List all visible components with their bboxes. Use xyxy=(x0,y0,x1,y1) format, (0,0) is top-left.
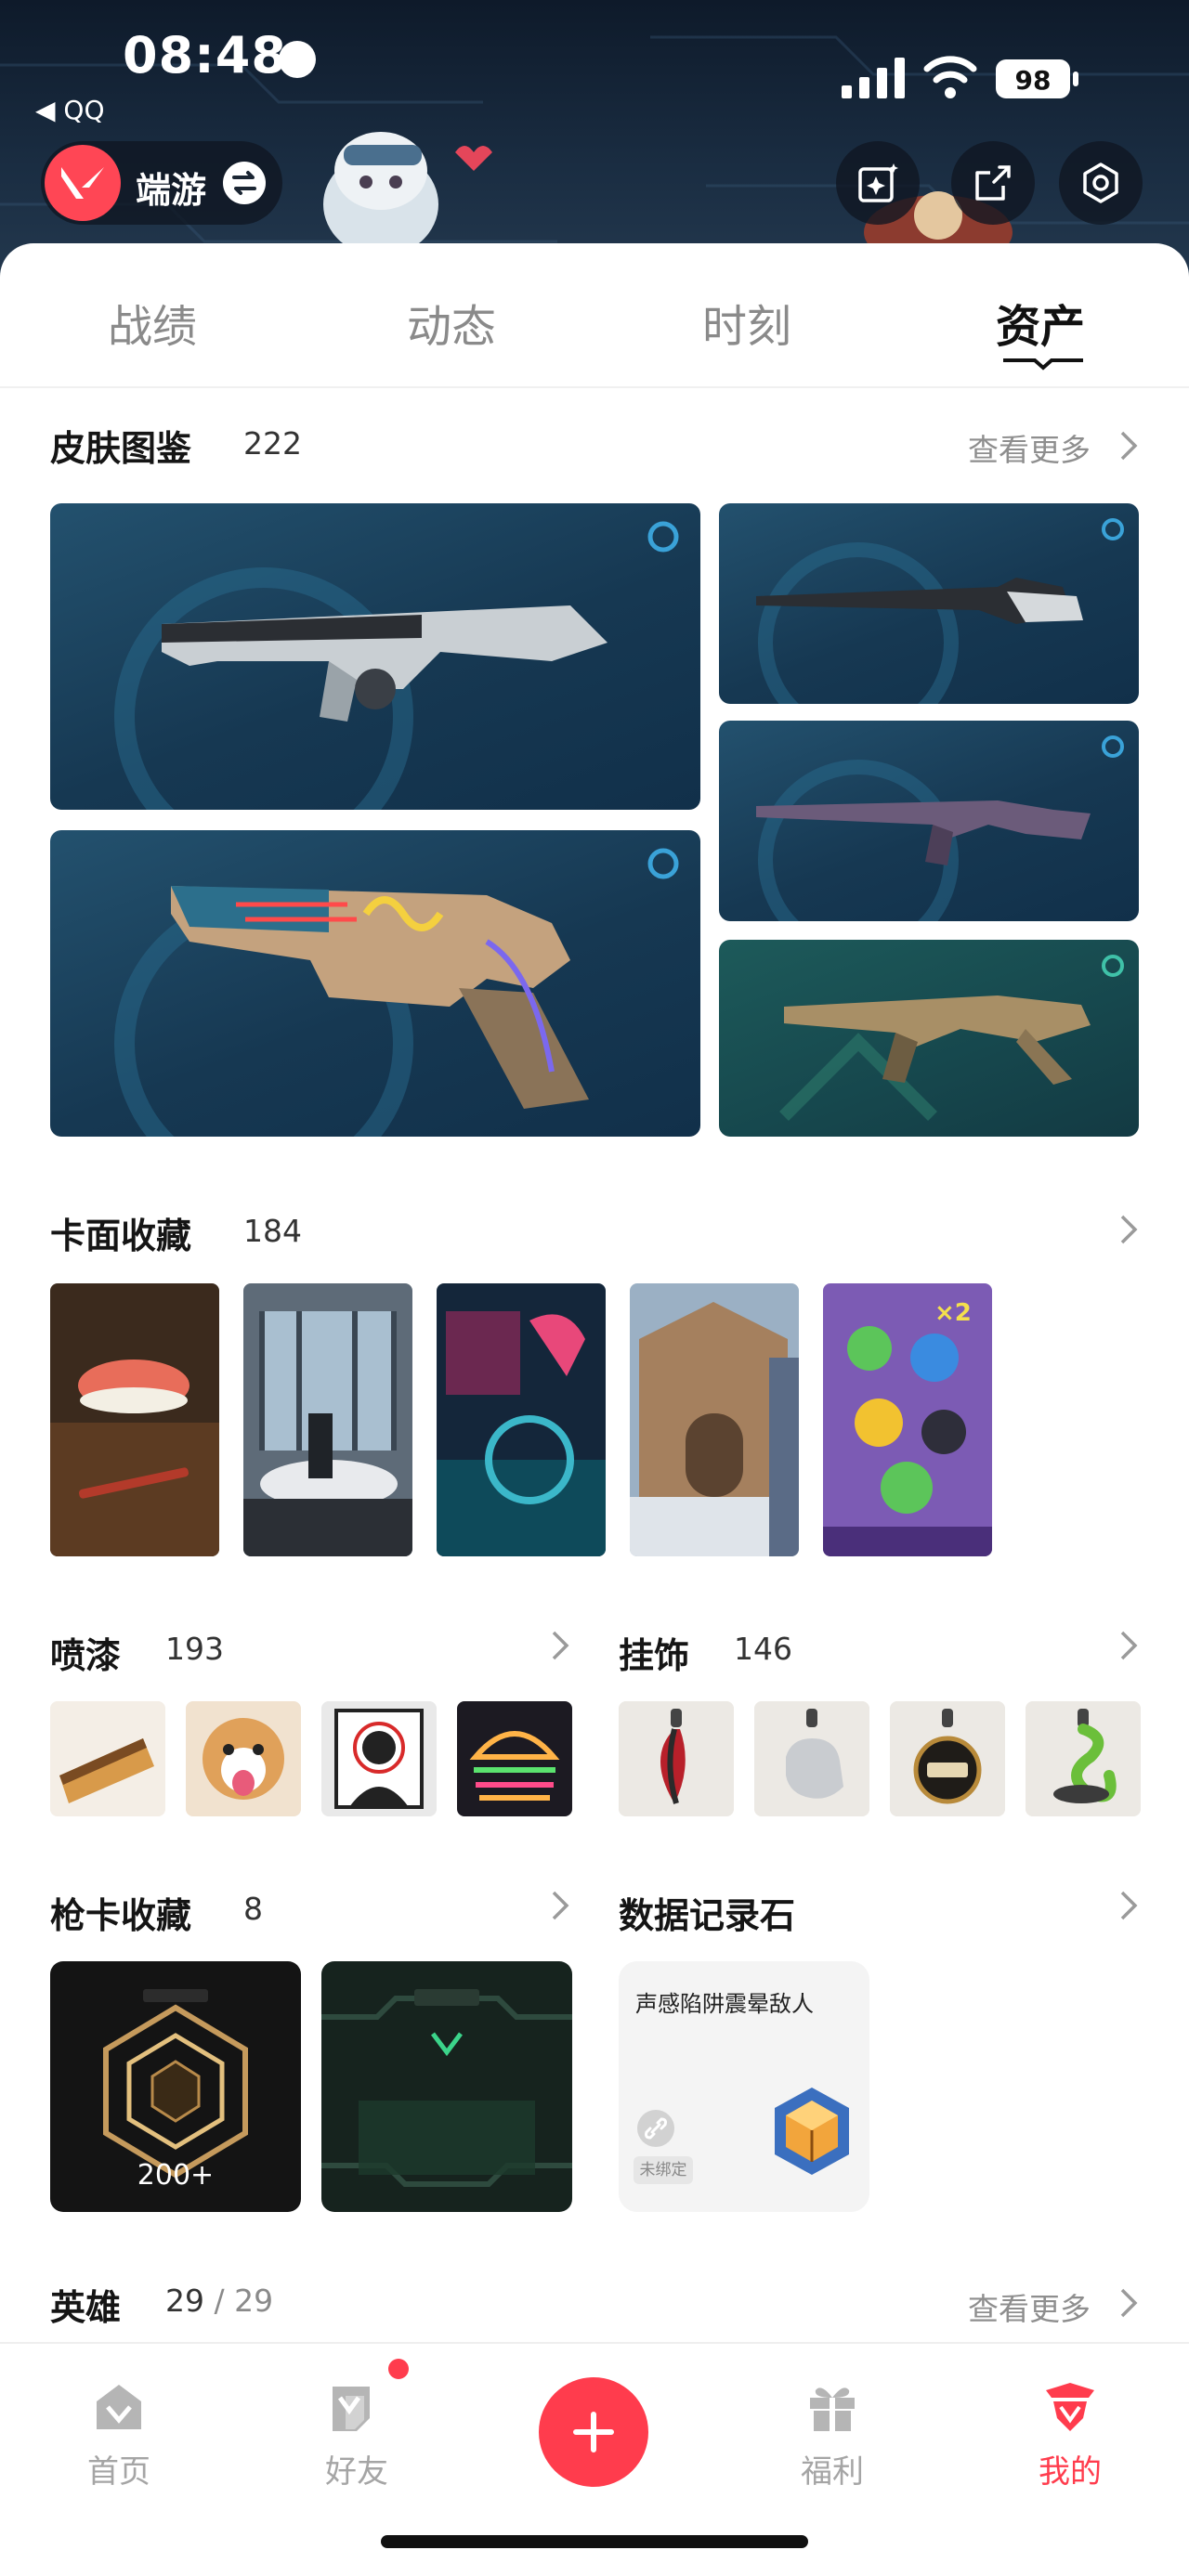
game-switcher[interactable]: 端游 xyxy=(41,141,282,225)
gift-icon xyxy=(810,2387,855,2431)
friends-icon xyxy=(333,2387,370,2431)
chevron-right-icon[interactable] xyxy=(1118,1629,1139,1662)
heroes-separator: / xyxy=(214,2283,225,2319)
gun-card-gold[interactable]: 200+ xyxy=(50,1961,301,2212)
unbound-tag: 未绑定 xyxy=(634,2156,693,2184)
swap-icon xyxy=(223,162,266,204)
share-button[interactable] xyxy=(951,141,1035,225)
gear-icon xyxy=(1083,163,1118,203)
nav-friends[interactable]: 好友 xyxy=(292,2377,422,2491)
nav-profile[interactable]: 我的 xyxy=(1005,2377,1135,2491)
spray-neon-burger[interactable] xyxy=(457,1701,572,1816)
skins-more-link[interactable]: 查看更多 xyxy=(968,425,1091,470)
profile-icon xyxy=(1046,2383,1094,2431)
skin-tile-spectre[interactable] xyxy=(719,940,1139,1137)
wifi-icon xyxy=(923,56,977,98)
tab-moments[interactable]: 时刻 xyxy=(654,290,840,355)
nav-rewards-label: 福利 xyxy=(801,2453,864,2491)
battery-level: 98 xyxy=(1015,65,1052,96)
spray-dog[interactable] xyxy=(186,1701,301,1816)
home-icon xyxy=(97,2385,141,2429)
skin-tile-sheriff[interactable] xyxy=(50,830,700,1137)
sprays-title: 喷漆 xyxy=(50,1635,122,1676)
friends-notification-badge xyxy=(388,2359,409,2379)
profile-header: 08:48 ◀ QQ 98 端游 xyxy=(0,0,1189,279)
svg-text:×2: ×2 xyxy=(934,1299,972,1327)
cards-count: 184 xyxy=(243,1213,302,1249)
player-card-puzzle[interactable]: ×2 xyxy=(823,1283,992,1556)
skins-title: 皮肤图鉴 xyxy=(50,428,192,469)
nav-rewards[interactable]: 福利 xyxy=(767,2377,897,2491)
home-indicator xyxy=(381,2535,808,2548)
chevron-right-icon xyxy=(1120,431,1138,461)
skin-tile-odin[interactable] xyxy=(50,503,700,810)
chevron-right-icon[interactable] xyxy=(550,1629,570,1662)
sparkle-photo-button[interactable] xyxy=(836,141,920,225)
data-stone-card[interactable]: 声感陷阱震晕敌人 未绑定 xyxy=(619,1961,869,2212)
skin-smg-image xyxy=(779,955,1124,1121)
tab-feed[interactable]: 动态 xyxy=(359,290,544,355)
heroes-title: 英雄 xyxy=(50,2287,122,2328)
gun-cards-title: 枪卡收藏 xyxy=(50,1895,192,1936)
sparkle-photo-icon xyxy=(858,163,898,202)
skins-count: 222 xyxy=(243,425,302,462)
sprays-count: 193 xyxy=(165,1631,224,1667)
buddy-coin[interactable] xyxy=(890,1701,1005,1816)
cards-title: 卡面收藏 xyxy=(50,1216,192,1256)
create-post-button[interactable] xyxy=(539,2377,648,2487)
player-card-dining-hall[interactable] xyxy=(243,1283,412,1556)
skin-vandal-image xyxy=(756,735,1124,921)
plus-icon xyxy=(573,2412,614,2452)
chevron-right-icon[interactable] xyxy=(1118,1213,1139,1246)
chevron-right-icon xyxy=(1120,2288,1138,2318)
spray-pie[interactable] xyxy=(50,1701,165,1816)
battery-icon: 98 xyxy=(996,59,1078,98)
gun-cards-count: 8 xyxy=(243,1891,263,1927)
skin-rifle-image xyxy=(114,521,679,810)
focus-mode-icon xyxy=(279,41,316,78)
link-icon xyxy=(637,2110,674,2147)
buddy-snake[interactable] xyxy=(1026,1701,1141,1816)
back-to-app-link[interactable]: ◀ QQ xyxy=(35,95,105,125)
share-icon xyxy=(975,165,1011,201)
mascot-illustration xyxy=(323,132,492,251)
heroes-more-link[interactable]: 查看更多 xyxy=(968,2284,1091,2329)
profile-tabs: 战绩 动态 时刻 资产 xyxy=(0,243,1189,388)
status-time: 08:48 xyxy=(123,26,287,85)
settings-button[interactable] xyxy=(1059,141,1143,225)
buddies-count: 146 xyxy=(734,1631,792,1667)
player-card-town[interactable] xyxy=(630,1283,799,1556)
heroes-count: 29 / 29 xyxy=(165,2283,273,2319)
cellular-signal-icon xyxy=(842,58,905,98)
skin-revolver-image xyxy=(114,848,679,1137)
data-stone-cube-icon xyxy=(775,2088,849,2175)
skin-sniper-image xyxy=(756,518,1124,704)
player-card-sushi[interactable] xyxy=(50,1283,219,1556)
skin-tile-vandal[interactable] xyxy=(719,721,1139,921)
heroes-total: 29 xyxy=(234,2283,274,2319)
nav-friends-label: 好友 xyxy=(325,2453,388,2491)
game-label: 端游 xyxy=(136,170,207,211)
spray-agent-portrait[interactable] xyxy=(321,1701,437,1816)
buddy-glove[interactable] xyxy=(754,1701,869,1816)
chevron-right-icon[interactable] xyxy=(550,1889,570,1922)
buddies-title: 挂饰 xyxy=(619,1635,690,1676)
tab-stats[interactable]: 战绩 xyxy=(59,290,245,355)
tab-assets[interactable]: 资产 xyxy=(947,290,1133,355)
nav-profile-label: 我的 xyxy=(1039,2453,1102,2491)
gun-card-count: 200+ xyxy=(137,2159,215,2192)
chevron-right-icon[interactable] xyxy=(1118,1889,1139,1922)
data-stone-title: 数据记录石 xyxy=(619,1895,796,1936)
valorant-logo-icon xyxy=(45,145,121,221)
data-stone-name: 声感陷阱震晕敌人 xyxy=(635,1991,814,2017)
player-card-neon-diner[interactable] xyxy=(437,1283,606,1556)
buddy-feather[interactable] xyxy=(619,1701,734,1816)
nav-home-label: 首页 xyxy=(87,2453,150,2491)
gun-card-green[interactable] xyxy=(321,1961,572,2212)
nav-home[interactable]: 首页 xyxy=(54,2377,184,2491)
skin-tile-sniper[interactable] xyxy=(719,503,1139,704)
active-tab-indicator xyxy=(1003,358,1083,371)
heroes-owned: 29 xyxy=(165,2283,204,2319)
